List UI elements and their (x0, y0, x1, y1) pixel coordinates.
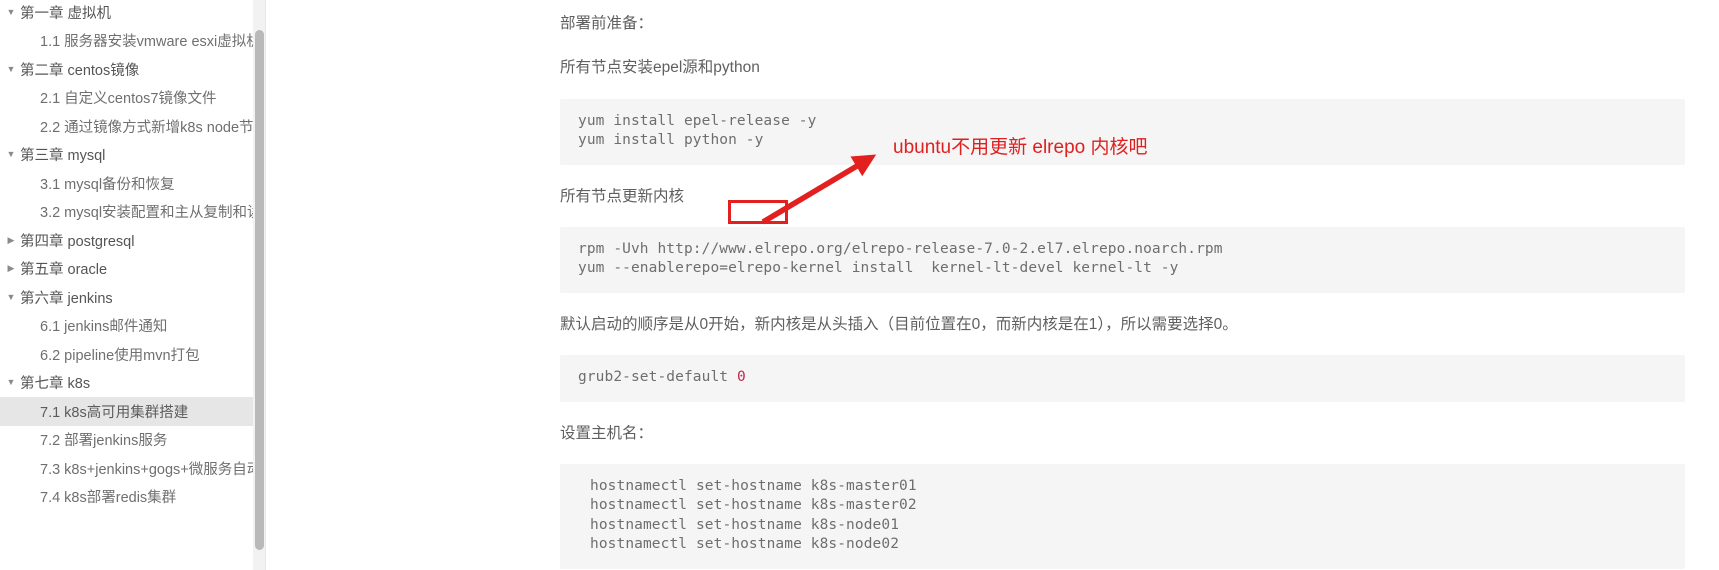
sidebar-scrollbar-track[interactable] (253, 0, 265, 570)
paragraph-set-hostname: 设置主机名： (560, 424, 654, 442)
sidebar-item-9[interactable]: 第五章 oracle (0, 255, 265, 284)
code-block-hostname[interactable]: hostnamectl set-hostname k8s-master01 ho… (560, 463, 1685, 569)
sidebar-item-label: 第四章 postgresql (20, 233, 135, 250)
sidebar-item-label: 第一章 虚拟机 (20, 5, 112, 22)
code-number-literal: 0 (736, 369, 746, 385)
code-line: hostnamectl set-hostname k8s-node02 (590, 536, 900, 553)
code-line: hostnamectl set-hostname k8s-node01 (590, 516, 900, 533)
sidebar-item-label: 1.1 服务器安装vmware esxi虚拟机 (40, 34, 261, 51)
sidebar-item-6[interactable]: 3.1 mysql备份和恢复 (0, 169, 265, 198)
sidebar-item-7[interactable]: 3.2 mysql安装配置和主从复制和读写分离 (0, 198, 265, 227)
sidebar-item-label: 7.4 k8s部署redis集群 (40, 490, 177, 507)
sidebar-item-4[interactable]: 2.2 通过镜像方式新增k8s node节点 (0, 112, 265, 141)
sidebar-item-label: 第七章 k8s (20, 376, 91, 393)
chevron-down-icon[interactable] (2, 293, 20, 302)
sidebar-item-11[interactable]: 6.1 jenkins邮件通知 (0, 312, 265, 341)
chevron-down-icon[interactable] (2, 65, 20, 74)
sidebar-item-0[interactable]: 第一章 虚拟机 (0, 0, 265, 27)
code-line: yum --enablerepo=elrepo-kernel install k… (578, 260, 1179, 277)
code-block-kernel[interactable]: rpm -Uvh http://www.elrepo.org/elrepo-re… (560, 226, 1685, 293)
chevron-right-icon[interactable] (2, 236, 20, 245)
code-line: hostnamectl set-hostname k8s-master02 (590, 497, 917, 514)
sidebar-item-label: 第三章 mysql (20, 148, 106, 165)
code-block-epel[interactable]: yum install epel-release -y yum install … (560, 98, 1685, 165)
chevron-down-icon[interactable] (2, 8, 20, 17)
sidebar-item-label: 3.1 mysql备份和恢复 (40, 176, 175, 193)
sidebar-item-label: 第六章 jenkins (20, 290, 113, 307)
sidebar-scrollbar-thumb[interactable] (255, 30, 264, 550)
content-area: 部署前准备： 所有节点安装epel源和python yum install ep… (266, 0, 1719, 570)
sidebar-item-label: 7.1 k8s高可用集群搭建 (40, 404, 189, 421)
document-body: 部署前准备： 所有节点安装epel源和python yum install ep… (560, 0, 1685, 570)
page-root: 第一章 虚拟机 1.1 服务器安装vmware esxi虚拟机第二章 centos… (0, 0, 1719, 570)
paragraph-update-kernel: 所有节点更新内核 (560, 187, 685, 205)
sidebar-item-label: 7.2 部署jenkins服务 (40, 433, 168, 450)
sidebar-item-14[interactable]: 7.1 k8s高可用集群搭建 (0, 397, 265, 426)
code-line: rpm -Uvh http://www.elrepo.org/elrepo-re… (578, 240, 1223, 257)
code-line: yum install python -y (578, 132, 764, 148)
paragraph-install-epel: 所有节点安装epel源和python (560, 59, 760, 77)
sidebar-item-10[interactable]: 第六章 jenkins (0, 283, 265, 312)
sidebar-item-label: 第二章 centos镜像 (20, 62, 140, 79)
sidebar-item-5[interactable]: 第三章 mysql (0, 141, 265, 170)
code-line: yum install epel-release -y (578, 112, 817, 129)
code-line: hostnamectl set-hostname k8s-master01 (590, 477, 917, 494)
sidebar-item-label: 2.2 通过镜像方式新增k8s node节点 (40, 119, 265, 136)
paragraph-boot-order: 默认启动的顺序是从0开始，新内核是从头插入（目前位置在0，而新内核是在1），所以… (560, 315, 1238, 333)
sidebar-item-label: 2.1 自定义centos7镜像文件 (40, 91, 217, 108)
sidebar-item-12[interactable]: 6.2 pipeline使用mvn打包 (0, 340, 265, 369)
sidebar-toc: 第一章 虚拟机 1.1 服务器安装vmware esxi虚拟机第二章 centos… (0, 0, 266, 570)
sidebar-item-15[interactable]: 7.2 部署jenkins服务 (0, 426, 265, 455)
sidebar-item-3[interactable]: 2.1 自定义centos7镜像文件 (0, 84, 265, 113)
sidebar-item-1[interactable]: 1.1 服务器安装vmware esxi虚拟机 (0, 27, 265, 56)
sidebar-item-17[interactable]: 7.4 k8s部署redis集群 (0, 483, 265, 512)
sidebar-item-16[interactable]: 7.3 k8s+jenkins+gogs+微服务自动化部署 (0, 454, 265, 483)
paragraph-prep: 部署前准备： (560, 15, 654, 32)
code-command: grub2-set-default (578, 369, 737, 385)
sidebar-item-label: 6.2 pipeline使用mvn打包 (40, 347, 200, 364)
chevron-down-icon[interactable] (2, 150, 20, 159)
sidebar-item-8[interactable]: 第四章 postgresql (0, 226, 265, 255)
chevron-down-icon[interactable] (2, 378, 20, 387)
sidebar-item-13[interactable]: 第七章 k8s (0, 369, 265, 398)
sidebar-item-label: 第五章 oracle (20, 262, 108, 279)
sidebar-item-label: 6.1 jenkins邮件通知 (40, 319, 168, 336)
code-block-grub[interactable]: grub2-set-default 0 (560, 355, 1685, 402)
sidebar-item-label: 3.2 mysql安装配置和主从复制和读写分离 (40, 205, 265, 222)
chevron-right-icon[interactable] (2, 264, 20, 273)
code-line: grub2-set-default 0 (560, 368, 1685, 388)
toc-list: 第一章 虚拟机 1.1 服务器安装vmware esxi虚拟机第二章 centos… (0, 0, 265, 511)
sidebar-item-label: 7.3 k8s+jenkins+gogs+微服务自动化部署 (40, 461, 265, 478)
sidebar-item-2[interactable]: 第二章 centos镜像 (0, 55, 265, 84)
